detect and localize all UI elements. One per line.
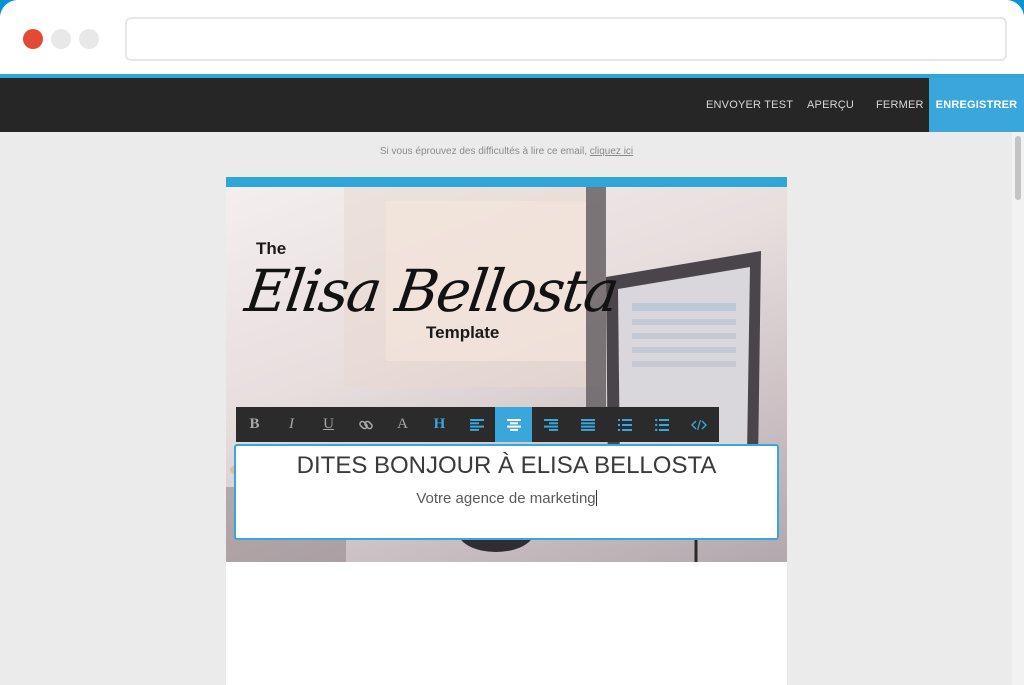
notice-text: Si vous éprouvez des difficultés à lire … (379, 146, 587, 157)
font-icon: A (397, 416, 408, 432)
title-bar (0, 0, 1024, 75)
unordered-list-icon (654, 418, 669, 431)
heading-button[interactable]: H (421, 407, 458, 442)
send-test-button[interactable]: ENVOYER TEST (706, 78, 793, 132)
close-button[interactable]: FERMER (876, 78, 924, 132)
italic-button[interactable]: I (273, 407, 310, 442)
align-left-button[interactable] (458, 407, 495, 442)
bold-icon: B (249, 416, 260, 432)
text-format-toolbar: B I U A H (236, 407, 719, 442)
editor-navbar: ENVOYER TEST APERÇU FERMER ENREGISTRER (0, 78, 1024, 132)
read-problem-notice: Si vous éprouvez des difficultés à lire … (226, 146, 787, 157)
text-caret (595, 490, 597, 506)
vertical-scrollbar[interactable] (1012, 132, 1024, 685)
subline-value: Votre agence de marketing (416, 490, 596, 507)
hero-title-the: The (256, 239, 287, 258)
screen-row (632, 319, 736, 325)
scrollbar-thumb[interactable] (1015, 136, 1021, 200)
align-right-icon (543, 418, 558, 431)
maximize-window-button[interactable] (79, 29, 99, 49)
code-icon (690, 419, 707, 430)
headline-text[interactable]: DITES BONJOUR À ELISA BELLOSTA (236, 452, 777, 480)
align-left-icon (469, 418, 484, 431)
align-center-icon (506, 418, 521, 431)
click-here-link[interactable]: cliquez ici (590, 146, 633, 157)
address-bar[interactable] (125, 17, 1007, 61)
hero-title-template: Template (426, 323, 500, 342)
unordered-list-button[interactable] (643, 407, 680, 442)
link-icon (358, 420, 373, 429)
save-button[interactable]: ENREGISTRER (929, 78, 1024, 132)
screen-row (632, 361, 736, 367)
minimize-window-button[interactable] (51, 29, 71, 49)
ordered-list-icon (617, 418, 632, 431)
heading-icon: H (433, 416, 446, 432)
italic-icon: I (289, 416, 294, 432)
subline-text[interactable]: Votre agence de marketing (236, 490, 777, 507)
email-top-accent (226, 177, 787, 187)
ordered-list-button[interactable] (606, 407, 643, 442)
link-button[interactable] (347, 407, 384, 442)
font-button[interactable]: A (384, 407, 421, 442)
hero-title-script: Elisa Bellosta (241, 257, 622, 325)
bold-button[interactable]: B (236, 407, 273, 442)
align-right-button[interactable] (532, 407, 569, 442)
screen-row (632, 303, 736, 311)
source-code-button[interactable] (680, 407, 717, 442)
screen-row (632, 347, 736, 353)
close-window-button[interactable] (23, 29, 43, 49)
screen-row (632, 333, 736, 339)
justify-button[interactable] (569, 407, 606, 442)
align-center-button[interactable] (495, 407, 532, 442)
text-block-editor[interactable]: DITES BONJOUR À ELISA BELLOSTA Votre age… (234, 444, 779, 540)
underline-button[interactable]: U (310, 407, 347, 442)
browser-window: ENVOYER TEST APERÇU FERMER ENREGISTRER S… (0, 0, 1024, 685)
preview-button[interactable]: APERÇU (807, 78, 854, 132)
justify-icon (580, 418, 595, 431)
underline-icon: U (323, 416, 334, 432)
